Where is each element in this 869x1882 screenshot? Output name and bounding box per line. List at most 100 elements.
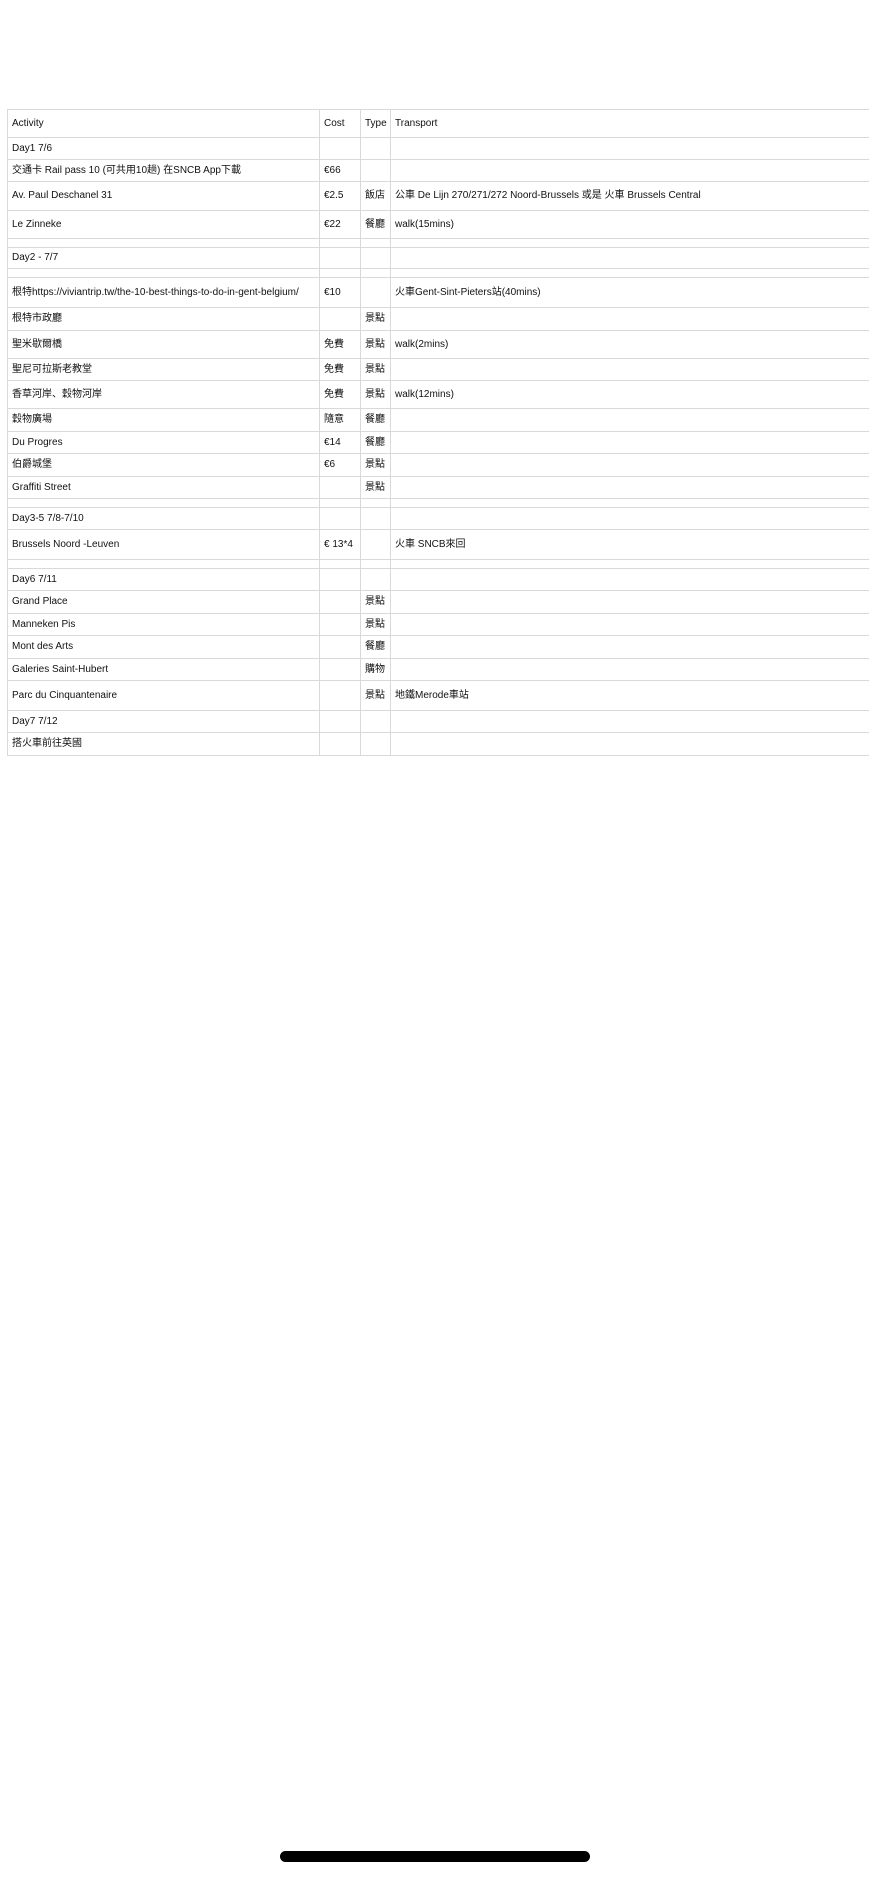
- cell-transport[interactable]: [390, 159, 869, 182]
- cell-activity[interactable]: 聖米歇爾橋: [7, 330, 320, 359]
- cell-activity[interactable]: [7, 498, 320, 508]
- cell-cost[interactable]: [319, 476, 361, 499]
- cell-cost[interactable]: [319, 307, 361, 331]
- cell-cost[interactable]: [319, 732, 361, 756]
- cell-cost[interactable]: [319, 268, 361, 278]
- cell-activity[interactable]: 根特https://viviantrip.tw/the-10-best-thin…: [7, 277, 320, 308]
- cell-transport[interactable]: [390, 498, 869, 508]
- cell-activity[interactable]: Day1 7/6: [7, 137, 320, 160]
- cell-activity[interactable]: Galeries Saint-Hubert: [7, 658, 320, 681]
- cell-type[interactable]: [360, 529, 391, 560]
- cell-transport[interactable]: [390, 710, 869, 733]
- cell-type[interactable]: 餐廳: [360, 408, 391, 432]
- cell-cost[interactable]: [319, 568, 361, 591]
- cell-transport[interactable]: 火車 SNCB來回: [390, 529, 869, 560]
- cell-activity[interactable]: Manneken Pis: [7, 613, 320, 636]
- cell-type[interactable]: [360, 559, 391, 569]
- cell-type[interactable]: 景點: [360, 590, 391, 614]
- cell-type[interactable]: [360, 498, 391, 508]
- cell-activity[interactable]: Mont des Arts: [7, 635, 320, 659]
- cell-type[interactable]: [360, 159, 391, 182]
- cell-transport[interactable]: 公車 De Lijn 270/271/272 Noord-Brussels 或是…: [390, 181, 869, 211]
- cell-type[interactable]: 景點: [360, 680, 391, 711]
- cell-transport[interactable]: [390, 635, 869, 659]
- cell-transport[interactable]: [390, 268, 869, 278]
- cell-cost[interactable]: €6: [319, 453, 361, 477]
- cell-cost[interactable]: 免費: [319, 330, 361, 359]
- cell-type[interactable]: 景點: [360, 330, 391, 359]
- cell-cost[interactable]: [319, 635, 361, 659]
- cell-type[interactable]: 餐廳: [360, 431, 391, 454]
- cell-type[interactable]: 景點: [360, 380, 391, 409]
- cell-transport[interactable]: walk(15mins): [390, 210, 869, 239]
- cell-cost[interactable]: 免費: [319, 358, 361, 381]
- cell-transport[interactable]: [390, 453, 869, 477]
- cell-type[interactable]: [360, 568, 391, 591]
- cell-cost[interactable]: [319, 680, 361, 711]
- cell-type[interactable]: 景點: [360, 476, 391, 499]
- cell-transport[interactable]: [390, 238, 869, 248]
- cell-type[interactable]: [360, 732, 391, 756]
- cell-transport[interactable]: [390, 507, 869, 530]
- cell-activity[interactable]: [7, 238, 320, 248]
- cell-cost[interactable]: [319, 507, 361, 530]
- header-activity[interactable]: Activity: [7, 109, 320, 138]
- cell-type[interactable]: 餐廳: [360, 635, 391, 659]
- cell-activity[interactable]: Av. Paul Deschanel 31: [7, 181, 320, 211]
- cell-type[interactable]: [360, 268, 391, 278]
- cell-cost[interactable]: 免費: [319, 380, 361, 409]
- cell-cost[interactable]: € 13*4: [319, 529, 361, 560]
- cell-activity[interactable]: 伯爵城堡: [7, 453, 320, 477]
- cell-type[interactable]: [360, 247, 391, 269]
- cell-transport[interactable]: 火車Gent-Sint-Pieters站(40mins): [390, 277, 869, 308]
- cell-activity[interactable]: Brussels Noord -Leuven: [7, 529, 320, 560]
- cell-transport[interactable]: [390, 358, 869, 381]
- cell-cost[interactable]: €22: [319, 210, 361, 239]
- cell-activity[interactable]: Day3-5 7/8-7/10: [7, 507, 320, 530]
- cell-type[interactable]: 景點: [360, 613, 391, 636]
- cell-type[interactable]: 景點: [360, 358, 391, 381]
- cell-type[interactable]: [360, 137, 391, 160]
- home-indicator[interactable]: [280, 1851, 590, 1862]
- cell-transport[interactable]: [390, 613, 869, 636]
- cell-activity[interactable]: Du Progres: [7, 431, 320, 454]
- cell-cost[interactable]: €14: [319, 431, 361, 454]
- cell-activity[interactable]: 交通卡 Rail pass 10 (可共用10趟) 在SNCB App下載: [7, 159, 320, 182]
- cell-type[interactable]: 飯店: [360, 181, 391, 211]
- cell-transport[interactable]: [390, 568, 869, 591]
- cell-transport[interactable]: [390, 307, 869, 331]
- cell-activity[interactable]: [7, 559, 320, 569]
- cell-activity[interactable]: Day7 7/12: [7, 710, 320, 733]
- cell-transport[interactable]: [390, 431, 869, 454]
- cell-transport[interactable]: [390, 732, 869, 756]
- cell-type[interactable]: 景點: [360, 453, 391, 477]
- cell-activity[interactable]: [7, 268, 320, 278]
- cell-cost[interactable]: €10: [319, 277, 361, 308]
- cell-activity[interactable]: 聖尼可拉斯老教堂: [7, 358, 320, 381]
- header-cost[interactable]: Cost: [319, 109, 361, 138]
- cell-cost[interactable]: [319, 590, 361, 614]
- cell-cost[interactable]: [319, 238, 361, 248]
- cell-activity[interactable]: Graffiti Street: [7, 476, 320, 499]
- cell-cost[interactable]: [319, 658, 361, 681]
- cell-transport[interactable]: [390, 137, 869, 160]
- cell-type[interactable]: 購物: [360, 658, 391, 681]
- cell-activity[interactable]: Grand Place: [7, 590, 320, 614]
- cell-cost[interactable]: [319, 613, 361, 636]
- cell-activity[interactable]: Le Zinneke: [7, 210, 320, 239]
- cell-type[interactable]: [360, 238, 391, 248]
- cell-activity[interactable]: Day6 7/11: [7, 568, 320, 591]
- cell-cost[interactable]: [319, 559, 361, 569]
- cell-type[interactable]: 餐廳: [360, 210, 391, 239]
- cell-cost[interactable]: [319, 498, 361, 508]
- cell-transport[interactable]: [390, 590, 869, 614]
- cell-type[interactable]: [360, 277, 391, 308]
- cell-cost[interactable]: [319, 710, 361, 733]
- cell-transport[interactable]: [390, 476, 869, 499]
- cell-activity[interactable]: Parc du Cinquantenaire: [7, 680, 320, 711]
- cell-type[interactable]: 景點: [360, 307, 391, 331]
- cell-transport[interactable]: 地鐵Merode車站: [390, 680, 869, 711]
- cell-type[interactable]: [360, 710, 391, 733]
- cell-cost[interactable]: €2.5: [319, 181, 361, 211]
- cell-transport[interactable]: [390, 559, 869, 569]
